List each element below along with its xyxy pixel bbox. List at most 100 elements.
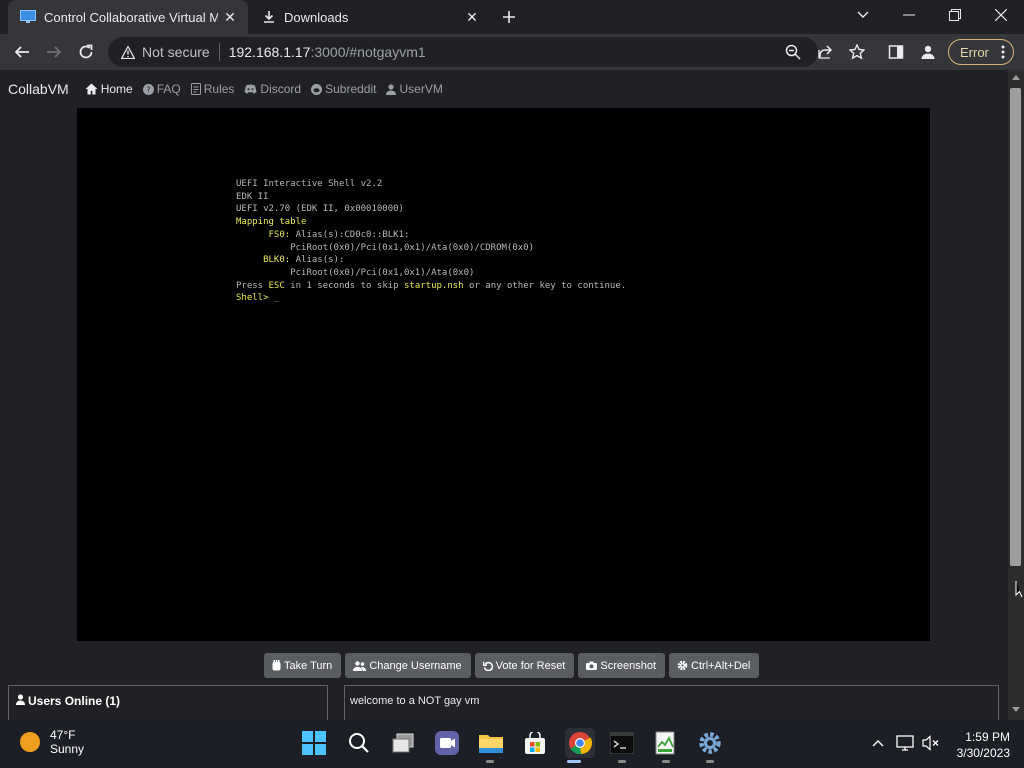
console-line: EDK II xyxy=(236,191,269,202)
nav-discord-label: Discord xyxy=(260,82,302,96)
sun-icon xyxy=(20,732,40,752)
running-indicator xyxy=(706,760,714,763)
profile-avatar-icon[interactable] xyxy=(914,38,942,66)
teams-chat-icon[interactable] xyxy=(434,730,460,756)
tab-downloads[interactable]: Downloads ✕ xyxy=(250,0,490,34)
warning-icon[interactable] xyxy=(118,45,138,59)
clock-date: 3/30/2023 xyxy=(956,746,1010,760)
take-turn-button[interactable]: Take Turn xyxy=(264,653,342,678)
update-error-button[interactable]: Error xyxy=(948,39,1014,65)
camera-icon xyxy=(586,661,598,670)
share-icon[interactable] xyxy=(811,38,839,66)
minimize-button[interactable] xyxy=(886,0,932,30)
nav-subreddit[interactable]: Subreddit xyxy=(311,82,376,96)
url-host: 192.168.1.17 xyxy=(228,44,311,60)
search-icon[interactable] xyxy=(346,730,372,756)
undo-icon xyxy=(482,661,493,671)
monitor-icon xyxy=(20,10,36,24)
scroll-up-icon xyxy=(1012,75,1020,80)
chrome-icon[interactable] xyxy=(565,728,595,758)
side-panel-icon[interactable] xyxy=(882,38,910,66)
restore-button[interactable] xyxy=(932,0,978,30)
nav-uservm[interactable]: UserVM xyxy=(386,82,443,96)
bookmark-star-icon[interactable] xyxy=(843,38,871,66)
running-indicator xyxy=(618,760,626,763)
address-bar[interactable]: Not secure 192.168.1.17 :3000/#notgayvm1 xyxy=(108,37,818,67)
nav-discord[interactable]: Discord xyxy=(244,82,301,96)
vm-display[interactable]: UEFI Interactive Shell v2.2 EDK II UEFI … xyxy=(77,108,930,641)
vote-reset-button[interactable]: Vote for Reset xyxy=(474,653,575,678)
volume-muted-icon[interactable] xyxy=(918,730,944,756)
console-prompt: Shell> xyxy=(236,293,269,304)
nav-rules[interactable]: Rules xyxy=(190,82,235,96)
ctrl-alt-del-label: Ctrl+Alt+Del xyxy=(691,659,751,672)
close-tab-icon[interactable]: ✕ xyxy=(218,5,242,29)
terminal-icon[interactable] xyxy=(609,730,635,756)
file-explorer-icon[interactable] xyxy=(478,730,504,756)
nav-subreddit-label: Subreddit xyxy=(325,82,377,96)
uefi-shell-console: UEFI Interactive Shell v2.2 EDK II UEFI … xyxy=(236,178,626,305)
task-manager-icon[interactable] xyxy=(653,730,679,756)
chat-panel: welcome to a NOT gay vm xyxy=(344,685,999,725)
scrollbar-thumb[interactable] xyxy=(1010,88,1021,566)
nav-uservm-label: UserVM xyxy=(399,82,443,96)
users-online-heading: Users Online (1) xyxy=(28,694,121,708)
change-username-button[interactable]: Change Username xyxy=(345,653,471,678)
change-username-label: Change Username xyxy=(369,659,462,672)
site-navbar: CollabVM Home ? FAQ Rules Discord Subred… xyxy=(0,70,1008,108)
console-cursor: _ xyxy=(268,293,280,304)
console-blk0-path: PciRoot(0x0)/Pci(0x1,0x1)/Ata(0x0) xyxy=(290,267,475,278)
start-button[interactable] xyxy=(301,730,327,756)
console-blk0-label: BLK0: xyxy=(263,255,291,266)
gear-icon xyxy=(677,660,688,671)
console-esc: ESC xyxy=(268,280,285,291)
vm-controls: Take Turn Change Username Vote for Reset… xyxy=(264,653,760,678)
browser-toolbar: Not secure 192.168.1.17 :3000/#notgayvm1… xyxy=(0,34,1024,70)
close-tab-icon[interactable]: ✕ xyxy=(460,5,484,29)
running-indicator xyxy=(662,760,670,763)
screenshot-button[interactable]: Screenshot xyxy=(578,653,666,678)
browser-tab-strip: Control Collaborative Virtual Mac ✕ Down… xyxy=(0,0,1024,34)
tab-collabvm[interactable]: Control Collaborative Virtual Mac ✕ xyxy=(8,0,248,34)
nav-rules-label: Rules xyxy=(203,82,235,96)
close-window-button[interactable] xyxy=(978,0,1024,30)
windows-taskbar: 47°F Sunny 1:59 PM 3/30/2023 xyxy=(0,720,1024,768)
vote-reset-label: Vote for Reset xyxy=(495,659,566,672)
download-icon xyxy=(262,10,276,24)
system-clock[interactable]: 1:59 PM 3/30/2023 xyxy=(957,729,1010,761)
back-button[interactable] xyxy=(8,38,36,66)
weather-condition: Sunny xyxy=(50,742,85,756)
tab-title: Downloads xyxy=(284,9,349,25)
ctrl-alt-del-button[interactable]: Ctrl+Alt+Del xyxy=(669,653,760,678)
settings-icon[interactable] xyxy=(697,730,723,756)
console-press-mid: in 1 seconds to skip xyxy=(284,280,404,291)
console-mapping-title: Mapping table xyxy=(236,217,307,228)
network-icon[interactable] xyxy=(892,730,918,756)
scroll-down-icon xyxy=(1012,707,1020,712)
url-path: :3000/#notgayvm1 xyxy=(310,44,426,60)
weather-widget[interactable]: 47°F Sunny xyxy=(20,728,84,756)
tab-search-button[interactable] xyxy=(840,0,886,30)
chevron-up-icon[interactable] xyxy=(865,730,891,756)
console-startup-file: startup.nsh xyxy=(404,280,464,291)
users-icon xyxy=(353,660,367,671)
tab-title: Control Collaborative Virtual Mac xyxy=(44,9,218,25)
security-label[interactable]: Not secure xyxy=(142,44,210,60)
console-line: UEFI v2.70 (EDK II, 0x00010000) xyxy=(236,204,404,215)
menu-dots-icon xyxy=(1001,45,1005,59)
running-indicator xyxy=(486,760,494,763)
nav-home-label: Home xyxy=(100,82,133,96)
console-blk0-alias: Alias(s): xyxy=(290,255,345,266)
nav-home[interactable]: Home xyxy=(85,82,133,96)
zoom-icon[interactable] xyxy=(779,38,807,66)
forward-button[interactable] xyxy=(40,38,68,66)
divider xyxy=(218,43,220,61)
nav-faq[interactable]: ? FAQ xyxy=(142,82,181,96)
site-brand[interactable]: CollabVM xyxy=(8,81,69,97)
new-tab-button[interactable] xyxy=(497,5,521,29)
reddit-icon xyxy=(311,83,323,95)
task-view-icon[interactable] xyxy=(390,730,416,756)
question-circle-icon: ? xyxy=(142,83,154,95)
reload-button[interactable] xyxy=(72,38,100,66)
microsoft-store-icon[interactable] xyxy=(522,730,548,756)
